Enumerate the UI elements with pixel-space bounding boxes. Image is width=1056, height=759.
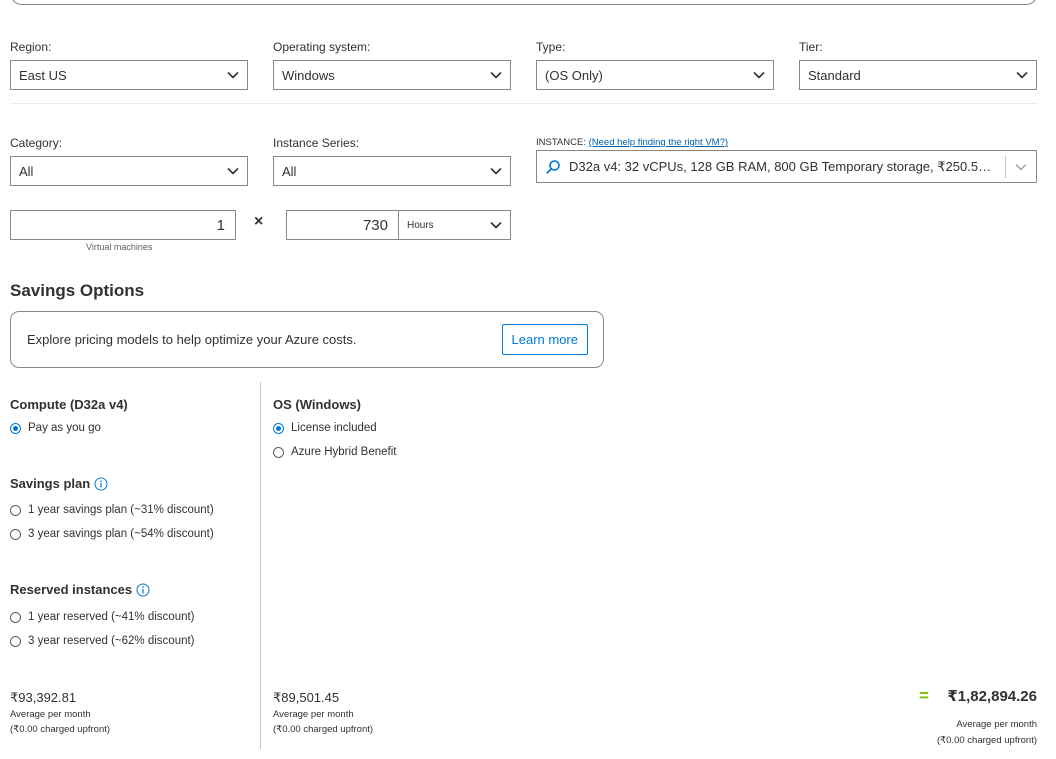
chevron-down-icon xyxy=(219,157,247,185)
os-heading: OS (Windows) xyxy=(273,397,361,412)
compute-price: ₹93,392.81 xyxy=(10,690,77,705)
explore-text: Explore pricing models to help optimize … xyxy=(27,332,357,347)
tier-select[interactable]: Standard xyxy=(799,60,1037,90)
series-value: All xyxy=(282,163,297,179)
multiply-icon: × xyxy=(254,213,264,230)
total-upfront: (₹0.00 charged upfront) xyxy=(936,735,1037,746)
license-included-radio[interactable]: License included xyxy=(273,422,377,434)
section-divider xyxy=(10,103,1037,104)
radio-selected-icon xyxy=(273,422,284,434)
radio-icon xyxy=(10,611,21,623)
os-select[interactable]: Windows xyxy=(273,60,511,90)
region-select[interactable]: East US xyxy=(10,60,248,90)
os-avg-label: Average per month xyxy=(273,709,354,720)
reserved-1yr-label: 1 year reserved (~41% discount) xyxy=(28,611,195,623)
chevron-down-icon xyxy=(219,61,247,89)
category-select[interactable]: All xyxy=(10,156,248,186)
series-select[interactable]: All xyxy=(273,156,511,186)
info-icon[interactable] xyxy=(136,583,150,597)
region-value: East US xyxy=(19,67,67,83)
type-label: Type: xyxy=(536,40,566,54)
license-included-label: License included xyxy=(291,422,377,434)
os-value: Windows xyxy=(282,67,335,83)
tier-value: Standard xyxy=(808,67,861,83)
reserved-instances-heading: Reserved instances xyxy=(10,582,150,597)
savings-plan-3yr-label: 3 year savings plan (~54% discount) xyxy=(28,528,214,540)
total-price: ₹1,82,894.26 xyxy=(947,688,1037,705)
radio-icon xyxy=(10,635,21,647)
savings-plan-heading: Savings plan xyxy=(10,476,108,491)
radio-icon xyxy=(10,528,21,540)
savings-plan-1yr-radio[interactable]: 1 year savings plan (~31% discount) xyxy=(10,504,214,516)
chevron-down-icon xyxy=(482,157,510,185)
os-upfront: (₹0.00 charged upfront) xyxy=(273,724,374,735)
chevron-down-icon xyxy=(1008,61,1036,89)
info-icon[interactable] xyxy=(94,477,108,491)
savings-plan-3yr-radio[interactable]: 3 year savings plan (~54% discount) xyxy=(10,528,214,540)
explore-pricing-card: Explore pricing models to help optimize … xyxy=(10,311,604,368)
reserved-3yr-radio[interactable]: 3 year reserved (~62% discount) xyxy=(10,635,195,647)
category-label: Category: xyxy=(10,136,63,150)
os-price: ₹89,501.45 xyxy=(273,690,340,705)
compute-avg-label: Average per month xyxy=(10,709,91,720)
total-avg-label: Average per month xyxy=(956,719,1037,730)
radio-icon xyxy=(273,446,284,458)
instance-label-text: INSTANCE: xyxy=(536,137,586,148)
region-label: Region: xyxy=(10,40,52,54)
hours-input[interactable]: 730 xyxy=(286,210,399,240)
instance-combobox[interactable]: D32a v4: 32 vCPUs, 128 GB RAM, 800 GB Te… xyxy=(536,150,1037,183)
reserved-1yr-radio[interactable]: 1 year reserved (~41% discount) xyxy=(10,611,195,623)
chevron-down-icon xyxy=(482,61,510,89)
hours-unit-value: Hours xyxy=(407,219,434,231)
vm-count-caption: Virtual machines xyxy=(86,242,153,252)
hybrid-benefit-radio[interactable]: Azure Hybrid Benefit xyxy=(273,446,396,458)
savings-plan-1yr-label: 1 year savings plan (~31% discount) xyxy=(28,504,214,516)
category-value: All xyxy=(19,163,34,179)
type-select[interactable]: (OS Only) xyxy=(536,60,774,90)
compute-upfront: (₹0.00 charged upfront) xyxy=(10,724,111,735)
chevron-down-icon xyxy=(482,211,510,239)
pay-as-you-go-radio[interactable]: Pay as you go xyxy=(10,422,101,434)
chevron-down-icon[interactable] xyxy=(1006,153,1036,181)
equals-icon: = xyxy=(919,686,929,705)
savings-plan-title: Savings plan xyxy=(10,476,91,491)
series-label: Instance Series: xyxy=(273,136,360,150)
vm-count-input[interactable]: 1 xyxy=(10,210,236,240)
vm-help-link[interactable]: (Need help finding the right VM?) xyxy=(589,137,728,148)
os-label: Operating system: xyxy=(273,40,371,54)
hours-unit-select[interactable]: Hours xyxy=(398,210,511,240)
search-icon xyxy=(537,159,569,175)
radio-selected-icon xyxy=(10,422,21,434)
chevron-down-icon xyxy=(745,61,773,89)
previous-card-edge xyxy=(10,0,1038,5)
hybrid-benefit-label: Azure Hybrid Benefit xyxy=(291,446,397,458)
savings-options-heading: Savings Options xyxy=(10,281,145,300)
instance-label: INSTANCE: (Need help finding the right V… xyxy=(536,137,728,148)
reserved-instances-title: Reserved instances xyxy=(10,582,133,597)
radio-icon xyxy=(10,504,21,516)
column-divider xyxy=(260,382,261,749)
pay-as-you-go-label: Pay as you go xyxy=(28,422,101,434)
instance-value: D32a v4: 32 vCPUs, 128 GB RAM, 800 GB Te… xyxy=(569,158,1005,174)
reserved-3yr-label: 3 year reserved (~62% discount) xyxy=(28,635,195,647)
type-value: (OS Only) xyxy=(545,67,603,83)
tier-label: Tier: xyxy=(799,40,823,54)
compute-heading: Compute (D32a v4) xyxy=(10,397,128,412)
learn-more-button[interactable]: Learn more xyxy=(501,324,588,355)
